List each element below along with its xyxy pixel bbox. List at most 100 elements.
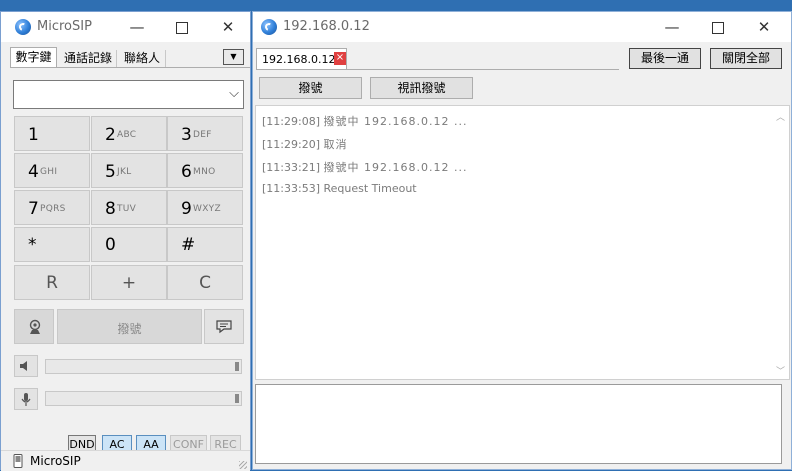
- key-digit: 2: [105, 125, 116, 145]
- status-bar: MicroSIP: [1, 450, 250, 471]
- key-digit: 9: [181, 199, 192, 219]
- tab-menu-button[interactable]: ▼: [223, 49, 244, 65]
- log-entry: [11:33:53] Request Timeout: [262, 182, 417, 195]
- key-7[interactable]: 7 PQRS: [14, 190, 90, 225]
- scroll-down-icon[interactable]: ﹀: [776, 364, 785, 377]
- video-call-button[interactable]: [14, 309, 54, 344]
- title-bar[interactable]: MicroSIP — ✕: [1, 12, 250, 42]
- key-4[interactable]: 4 GHI: [14, 153, 90, 188]
- microphone-icon: [21, 393, 31, 406]
- minimize-button[interactable]: —: [649, 12, 695, 42]
- key-letters: TUV: [117, 204, 137, 214]
- redial-key[interactable]: R: [14, 265, 90, 300]
- key-1[interactable]: 1: [14, 116, 90, 151]
- log-text: 撥號中 192.168.0.12 ...: [323, 115, 468, 128]
- session-tab[interactable]: 192.168.0.12 ×: [256, 48, 347, 69]
- key-2[interactable]: 2 ABC: [91, 116, 167, 151]
- close-all-button[interactable]: 關閉全部: [710, 48, 782, 69]
- dropdown-arrow-icon[interactable]: ⌵: [229, 86, 239, 101]
- microphone-button[interactable]: [14, 388, 38, 410]
- maximize-icon: [712, 21, 724, 34]
- call-button-label: 撥號: [117, 322, 142, 336]
- log-entry: [11:29:20] 取消: [262, 136, 348, 152]
- log-time: [11:29:20]: [262, 138, 320, 151]
- message-button[interactable]: [204, 309, 244, 344]
- key-digit: 3: [181, 125, 192, 145]
- log-entry: [11:33:21] 撥號中 192.168.0.12 ...: [262, 159, 467, 175]
- plus-key[interactable]: +: [91, 265, 167, 300]
- call-button[interactable]: 撥號: [57, 309, 202, 344]
- minimize-button[interactable]: —: [114, 12, 160, 42]
- key-digit: 1: [28, 125, 39, 145]
- maximize-button[interactable]: [695, 12, 741, 42]
- key-letters: MNO: [193, 167, 216, 177]
- video-dial-button[interactable]: 視訊撥號: [370, 77, 473, 99]
- key-digit: #: [181, 235, 196, 255]
- tab-dialpad[interactable]: 數字鍵: [10, 47, 57, 67]
- key-digit: 6: [181, 162, 192, 182]
- log-time: [11:29:08]: [262, 115, 320, 128]
- clear-key[interactable]: C: [167, 265, 243, 300]
- key-star[interactable]: *: [14, 227, 90, 262]
- log-text: 撥號中 192.168.0.12 ...: [323, 161, 468, 174]
- tab-divider: [10, 67, 250, 68]
- speaker-button[interactable]: [14, 355, 38, 377]
- microsip-logo-icon: [261, 19, 277, 35]
- key-letters: DEF: [193, 130, 212, 140]
- speaker-volume-thumb[interactable]: [235, 362, 239, 371]
- last-call-button[interactable]: 最後一通: [629, 48, 701, 69]
- key-8[interactable]: 8 TUV: [91, 190, 167, 225]
- log-time: [11:33:53]: [262, 182, 320, 195]
- key-letters: GHI: [40, 167, 58, 177]
- speaker-icon: [20, 361, 27, 371]
- log-scrollbar[interactable]: ︿ ﹀: [772, 106, 789, 379]
- key-3[interactable]: 3 DEF: [167, 116, 243, 151]
- key-label: +: [121, 273, 137, 293]
- tab-contacts[interactable]: 聯絡人: [119, 50, 166, 67]
- chevron-down-icon: ▼: [230, 52, 237, 61]
- window-title: 192.168.0.12: [283, 19, 370, 34]
- close-button[interactable]: ✕: [741, 12, 787, 42]
- tab-bar: 數字鍵 通話記錄 聯絡人 ▼: [1, 47, 250, 67]
- key-digit: 8: [105, 199, 116, 219]
- webcam-icon: [29, 319, 41, 334]
- key-letters: WXYZ: [193, 204, 221, 214]
- key-digit: 7: [28, 199, 39, 219]
- key-label: R: [46, 273, 58, 293]
- close-tab-icon[interactable]: ×: [334, 52, 346, 65]
- chat-bubble-icon: [216, 320, 232, 334]
- maximize-icon: [176, 21, 188, 34]
- key-5[interactable]: 5 JKL: [91, 153, 167, 188]
- scroll-up-icon[interactable]: ︿: [776, 110, 785, 123]
- mic-volume-slider[interactable]: [45, 391, 242, 406]
- log-time: [11:33:21]: [262, 161, 320, 174]
- log-text: Request Timeout: [323, 182, 417, 195]
- title-bar[interactable]: 192.168.0.12 — ✕: [253, 12, 791, 42]
- close-button[interactable]: ✕: [205, 12, 251, 42]
- resize-grip-icon[interactable]: [239, 461, 247, 469]
- key-letters: JKL: [117, 167, 132, 177]
- log-text: 取消: [323, 138, 348, 151]
- key-label: C: [199, 273, 211, 293]
- number-input[interactable]: ⌵: [13, 80, 244, 109]
- window-title: MicroSIP: [37, 19, 92, 34]
- tab-divider: [256, 69, 619, 70]
- key-letters: ABC: [117, 130, 137, 140]
- key-hash[interactable]: #: [167, 227, 243, 262]
- key-6[interactable]: 6 MNO: [167, 153, 243, 188]
- message-input[interactable]: [255, 384, 782, 464]
- session-tab-label: 192.168.0.12: [262, 53, 336, 66]
- dial-button[interactable]: 撥號: [259, 77, 362, 99]
- key-digit: 4: [28, 162, 39, 182]
- key-0[interactable]: 0: [91, 227, 167, 262]
- mic-volume-thumb[interactable]: [235, 394, 239, 403]
- microsip-main-window: MicroSIP — ✕ 數字鍵 通話記錄 聯絡人 ▼ ⌵ 1 2 ABC 3 …: [0, 11, 251, 471]
- key-9[interactable]: 9 WXYZ: [167, 190, 243, 225]
- key-digit: *: [28, 235, 37, 255]
- speaker-volume-slider[interactable]: [45, 359, 242, 374]
- log-entry: [11:29:08] 撥號中 192.168.0.12 ...: [262, 113, 467, 129]
- maximize-button[interactable]: [159, 12, 205, 42]
- status-text: MicroSIP: [30, 454, 81, 468]
- key-digit: 5: [105, 162, 116, 182]
- tab-call-log[interactable]: 通話記錄: [60, 50, 117, 67]
